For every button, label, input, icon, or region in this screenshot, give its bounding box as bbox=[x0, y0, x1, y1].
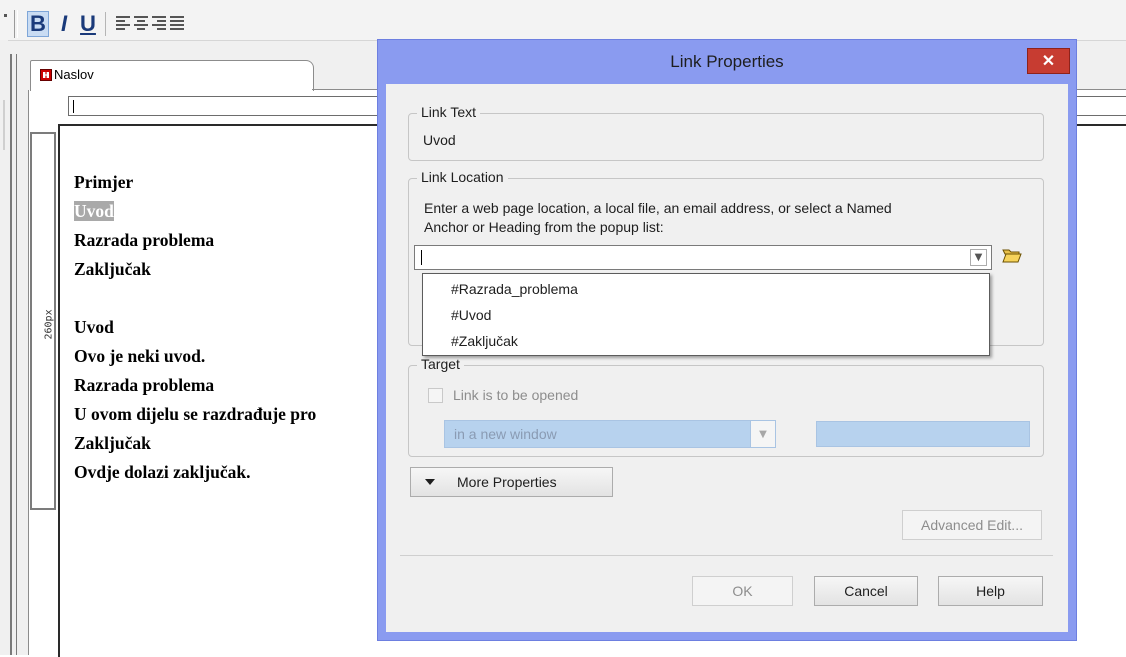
link-location-combobox[interactable]: ▼ bbox=[414, 245, 992, 270]
cancel-button[interactable]: Cancel bbox=[814, 576, 918, 606]
document-body[interactable]: Primjer Uvod Razrada problema Zaključak … bbox=[74, 168, 316, 487]
doc-line: Ovo je neki uvod. bbox=[74, 346, 206, 366]
more-properties-label: More Properties bbox=[457, 474, 557, 490]
open-link-label: Link is to be opened bbox=[453, 387, 579, 403]
help-button[interactable]: Help bbox=[938, 576, 1043, 606]
vertical-ruler: 260px bbox=[30, 132, 56, 510]
format-toolbar: B I U bbox=[0, 0, 1126, 41]
doc-line: Ovdje dolazi zaključak. bbox=[74, 462, 251, 482]
toolbar-separator bbox=[14, 10, 18, 38]
doc-line: Zaključak bbox=[74, 433, 151, 453]
doc-line: Razrada problema bbox=[74, 375, 215, 395]
tab-naslov[interactable]: Naslov bbox=[30, 60, 314, 91]
link-text-group: Link Text bbox=[408, 104, 1044, 161]
doc-line: Uvod bbox=[74, 317, 114, 337]
link-text-legend: Link Text bbox=[417, 104, 480, 120]
doc-line: U ovom dijelu se razdrađuje pro bbox=[74, 404, 317, 424]
open-link-checkbox[interactable] bbox=[428, 388, 443, 403]
target-select-value: in a new window bbox=[454, 426, 557, 442]
html-tag-icon bbox=[40, 69, 52, 81]
dropdown-option[interactable]: #Razrada_problema bbox=[451, 281, 578, 297]
align-justify-icon[interactable] bbox=[170, 16, 184, 32]
ruler-label: 260px bbox=[43, 309, 55, 340]
close-button[interactable]: ✕ bbox=[1027, 48, 1070, 74]
align-center-icon[interactable] bbox=[134, 16, 148, 32]
advanced-edit-button[interactable]: Advanced Edit... bbox=[902, 510, 1042, 540]
dialog-title: Link Properties bbox=[670, 52, 784, 71]
triangle-down-icon bbox=[425, 479, 435, 485]
align-right-icon[interactable] bbox=[152, 16, 166, 32]
selected-text: Uvod bbox=[74, 201, 114, 221]
link-location-hint: Enter a web page location, a local file,… bbox=[424, 200, 892, 216]
toolbar-grip[interactable] bbox=[4, 14, 7, 17]
target-frame-field[interactable] bbox=[816, 421, 1030, 447]
target-legend: Target bbox=[417, 356, 464, 372]
link-location-hint-2: Anchor or Heading from the popup list: bbox=[424, 219, 664, 235]
anchor-dropdown-list: #Razrada_problema #Uvod #Zaključak bbox=[422, 273, 990, 356]
align-left-icon[interactable] bbox=[116, 16, 130, 32]
text-caret bbox=[421, 250, 422, 265]
doc-line: Zaključak bbox=[74, 259, 151, 279]
frame-border bbox=[10, 54, 17, 655]
target-window-select[interactable]: in a new window ▼ bbox=[444, 420, 776, 448]
underline-button[interactable]: U bbox=[77, 11, 99, 37]
toolbar-separator-2 bbox=[105, 12, 106, 36]
left-rail bbox=[0, 40, 8, 655]
link-text-value: Uvod bbox=[423, 132, 456, 148]
doc-line: Razrada problema bbox=[74, 230, 215, 250]
chevron-down-icon[interactable]: ▼ bbox=[750, 421, 775, 447]
tab-label: Naslov bbox=[54, 67, 94, 82]
ok-button[interactable]: OK bbox=[692, 576, 793, 606]
folder-open-icon[interactable] bbox=[1002, 248, 1022, 264]
dropdown-option[interactable]: #Zaključak bbox=[451, 333, 518, 349]
dialog-separator bbox=[400, 555, 1053, 556]
dialog-client-area bbox=[386, 84, 1068, 632]
chevron-down-icon[interactable]: ▼ bbox=[970, 249, 987, 266]
more-properties-button[interactable]: More Properties bbox=[410, 467, 613, 497]
italic-button[interactable]: I bbox=[53, 11, 75, 37]
link-location-legend: Link Location bbox=[417, 169, 508, 185]
doc-line-selected: Uvod bbox=[74, 197, 316, 226]
dropdown-option[interactable]: #Uvod bbox=[451, 307, 491, 323]
doc-line: Primjer bbox=[74, 172, 134, 192]
bold-button[interactable]: B bbox=[27, 11, 49, 37]
